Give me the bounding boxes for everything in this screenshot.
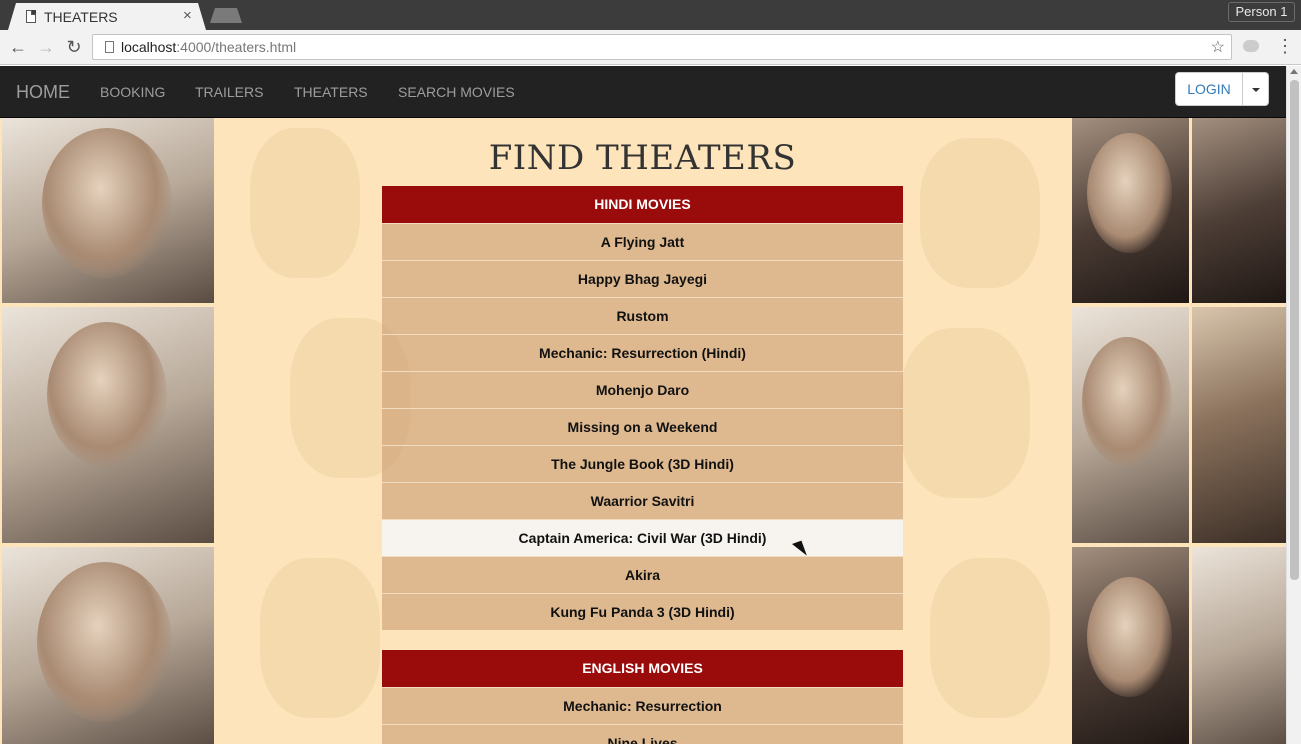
english-movies-panel: ENGLISH MOVIES Mechanic: Resurrection Ni…: [382, 650, 903, 744]
browser-tabstrip: THEATERS × Person 1: [0, 0, 1301, 30]
actor-photo: [1192, 307, 1286, 543]
actor-photo: [1072, 547, 1189, 744]
site-navbar: HOME BOOKING TRAILERS THEATERS SEARCH MO…: [0, 66, 1286, 118]
nav-search-movies-link[interactable]: SEARCH MOVIES: [398, 84, 515, 100]
bookmark-star-icon[interactable]: ☆: [1211, 37, 1225, 57]
section-header-english: ENGLISH MOVIES: [382, 650, 903, 687]
page-viewport: FIND THEATERS HINDI MOVIES A Flying Jatt…: [0, 66, 1301, 744]
browser-tab-active[interactable]: THEATERS ×: [8, 3, 206, 30]
back-arrow-icon[interactable]: ←: [8, 37, 28, 57]
page-title: FIND THEATERS: [488, 138, 797, 178]
actor-photo: [1192, 547, 1286, 744]
movie-item[interactable]: Nine Lives: [382, 724, 903, 744]
reload-icon[interactable]: ↻: [64, 37, 84, 57]
actor-photo: [1072, 118, 1189, 303]
movie-item[interactable]: A Flying Jatt: [382, 223, 903, 260]
actor-photo: [1072, 307, 1189, 543]
movie-item[interactable]: Happy Bhag Jayegi: [382, 260, 903, 297]
movie-item[interactable]: Missing on a Weekend: [382, 408, 903, 445]
movie-item[interactable]: Mohenjo Daro: [382, 371, 903, 408]
nav-booking-link[interactable]: BOOKING: [100, 84, 165, 100]
movie-item[interactable]: Mechanic: Resurrection (Hindi): [382, 334, 903, 371]
page-info-icon[interactable]: [105, 41, 114, 53]
movie-item[interactable]: The Jungle Book (3D Hindi): [382, 445, 903, 482]
url-host: localhost: [121, 39, 177, 55]
actor-photo: [2, 307, 214, 543]
movie-item[interactable]: Akira: [382, 556, 903, 593]
movie-item[interactable]: Rustom: [382, 297, 903, 334]
movie-item-hovered[interactable]: Captain America: Civil War (3D Hindi): [382, 519, 903, 556]
forward-arrow-icon[interactable]: →: [36, 37, 56, 57]
nav-theaters-link[interactable]: THEATERS: [294, 84, 368, 100]
background-collage: FIND THEATERS HINDI MOVIES A Flying Jatt…: [0, 118, 1286, 744]
page-scrollbar[interactable]: [1286, 66, 1301, 744]
movie-item[interactable]: Mechanic: Resurrection: [382, 687, 903, 724]
scrollbar-thumb[interactable]: [1290, 80, 1299, 580]
movie-item[interactable]: Kung Fu Panda 3 (3D Hindi): [382, 593, 903, 630]
browser-menu-icon[interactable]: ⋮: [1276, 36, 1294, 56]
extension-icon[interactable]: [1243, 40, 1259, 52]
login-button[interactable]: LOGIN: [1175, 72, 1243, 106]
section-header-hindi: HINDI MOVIES: [382, 186, 903, 223]
login-dropdown-caret-icon[interactable]: [1243, 72, 1269, 106]
actor-photo: [2, 547, 214, 744]
browser-toolbar: ← → ↻ localhost:4000/theaters.html ☆ ⋮: [0, 30, 1301, 65]
page-favicon-icon: [26, 10, 36, 23]
profile-button[interactable]: Person 1: [1228, 2, 1295, 22]
hindi-movies-panel: HINDI MOVIES A Flying Jatt Happy Bhag Ja…: [382, 186, 903, 630]
new-tab-button[interactable]: [210, 8, 242, 23]
login-button-group: LOGIN: [1175, 72, 1269, 106]
address-bar[interactable]: localhost:4000/theaters.html ☆: [92, 34, 1232, 60]
nav-home-link[interactable]: HOME: [16, 82, 70, 103]
scroll-up-arrow-icon[interactable]: [1290, 69, 1298, 74]
close-tab-icon[interactable]: ×: [183, 7, 192, 24]
nav-trailers-link[interactable]: TRAILERS: [195, 84, 263, 100]
actor-photo: [1192, 118, 1286, 303]
tab-title: THEATERS: [44, 9, 118, 25]
url-path: :4000/theaters.html: [176, 39, 297, 55]
movie-item[interactable]: Waarrior Savitri: [382, 482, 903, 519]
actor-photo: [2, 118, 214, 303]
url-text: localhost:4000/theaters.html: [121, 39, 296, 55]
